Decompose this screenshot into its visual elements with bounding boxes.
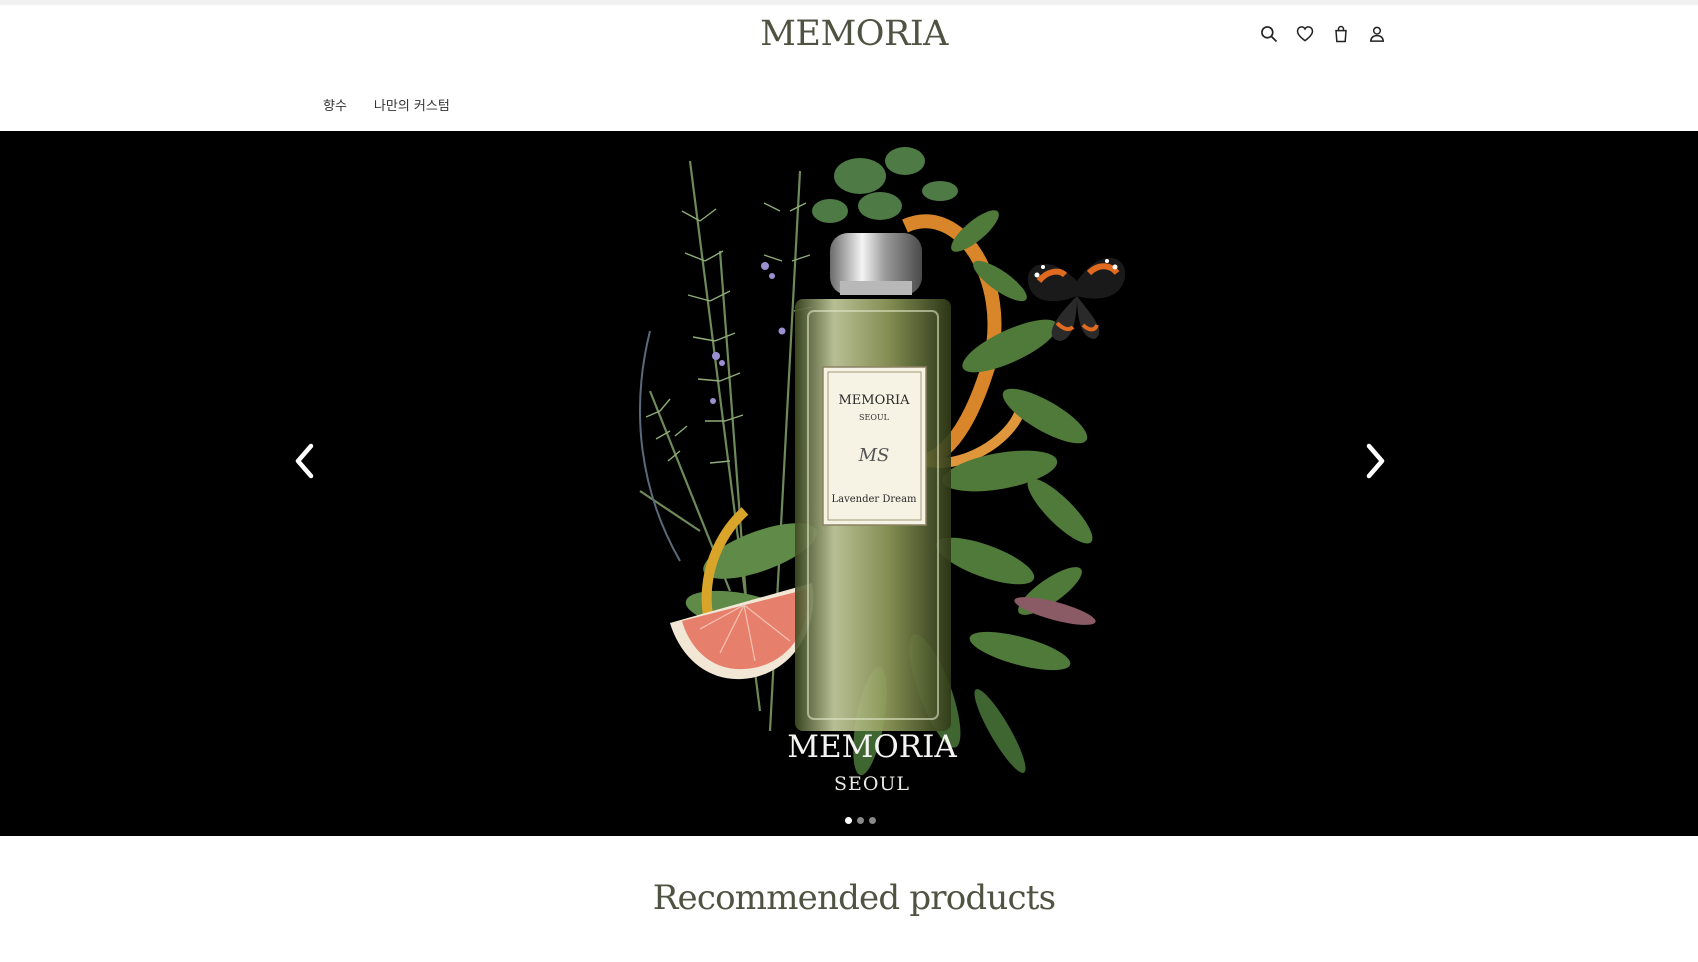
chevron-left-icon	[295, 443, 314, 479]
hero-brand-title: MEMORIA	[787, 729, 957, 765]
site-header: MEMORIA 향수 나만의 커스텀	[0, 5, 1698, 131]
nav-item-perfume[interactable]: 향수	[323, 95, 347, 114]
next-slide-button[interactable]	[1356, 431, 1396, 491]
bottle-label-name: Lavender Dream	[831, 494, 917, 505]
chevron-right-icon	[1366, 443, 1385, 479]
user-icon[interactable]	[1365, 22, 1388, 45]
main-nav: 향수 나만의 커스텀	[323, 95, 450, 114]
site-logo[interactable]: MEMORIA	[0, 14, 1698, 54]
carousel-dot-2[interactable]	[857, 817, 864, 824]
nav-item-custom[interactable]: 나만의 커스텀	[374, 95, 450, 114]
bottle-label-city: SEOUL	[859, 413, 890, 422]
hero-carousel: MEMORIA SEOUL MS Lavender Dream MEMORIA …	[0, 131, 1698, 836]
carousel-dot-1[interactable]	[845, 817, 852, 824]
heart-icon[interactable]	[1293, 22, 1316, 45]
header-icons	[1257, 22, 1388, 45]
carousel-dot-3[interactable]	[869, 817, 876, 824]
recommended-title: Recommended products	[652, 878, 1056, 918]
hero-brand-subtitle: SEOUL	[833, 773, 911, 795]
bottle-label-monogram: MS	[858, 445, 890, 466]
carousel-dots	[845, 817, 876, 824]
search-icon[interactable]	[1257, 22, 1280, 45]
bottle-label-brand: MEMORIA	[838, 393, 910, 408]
prev-slide-button[interactable]	[284, 431, 324, 491]
bag-icon[interactable]	[1329, 22, 1352, 45]
